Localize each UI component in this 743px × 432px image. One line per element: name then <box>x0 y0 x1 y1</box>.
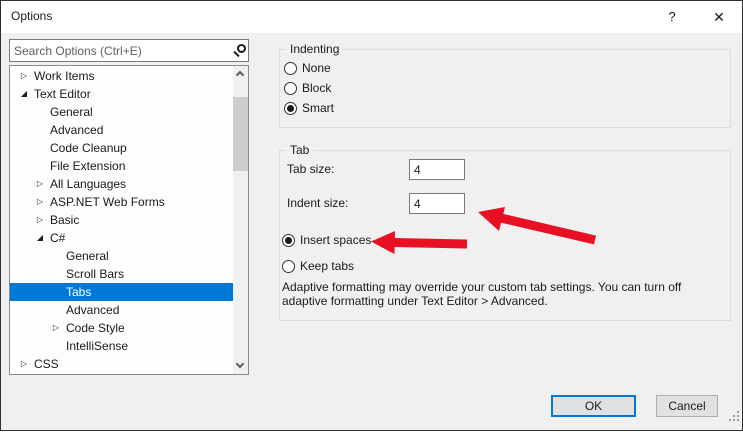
tree-item-file-extension[interactable]: File Extension <box>10 157 233 175</box>
tree-item-label: Advanced <box>48 123 103 137</box>
scroll-down-icon[interactable] <box>233 358 248 374</box>
radio-insert-spaces-icon <box>282 234 295 247</box>
close-button[interactable]: ✕ <box>701 5 737 29</box>
tree-item-intellisense[interactable]: IntelliSense <box>10 337 233 355</box>
tree-item-label: Tabs <box>64 285 91 299</box>
help-button[interactable]: ? <box>659 5 685 29</box>
tree-item-general[interactable]: General <box>10 247 233 265</box>
search-input[interactable] <box>10 40 228 61</box>
tree-item-code-cleanup[interactable]: Code Cleanup <box>10 139 233 157</box>
tree-item-advanced[interactable]: Advanced <box>10 121 233 139</box>
search-icon[interactable] <box>232 43 248 59</box>
search-box <box>9 39 249 62</box>
tree-item-label: All Languages <box>48 177 126 191</box>
cancel-button[interactable]: Cancel <box>656 395 718 417</box>
chevron-collapsed-icon[interactable]: ▷ <box>32 175 48 193</box>
adaptive-formatting-note-line2: adaptive formatting under Text Editor > … <box>282 294 548 308</box>
tree-item-label: Scroll Bars <box>64 267 124 281</box>
scroll-up-icon[interactable] <box>233 66 248 82</box>
chevron-collapsed-icon[interactable]: ▷ <box>32 211 48 229</box>
radio-none-label: None <box>302 61 331 75</box>
close-icon: ✕ <box>713 9 725 25</box>
tree-item-all-languages[interactable]: ▷All Languages <box>10 175 233 193</box>
tree-item-basic[interactable]: ▷Basic <box>10 211 233 229</box>
tree-item-asp-net-web-forms[interactable]: ▷ASP.NET Web Forms <box>10 193 233 211</box>
tree-rows: ▷Work Items◢Text EditorGeneralAdvancedCo… <box>10 67 233 373</box>
tree-item-label: Advanced <box>64 303 119 317</box>
tree-item-css[interactable]: ▷CSS <box>10 355 233 373</box>
indenting-group-title: Indenting <box>286 42 343 56</box>
dialog-title: Options <box>11 9 52 23</box>
tree-item-scroll-bars[interactable]: Scroll Bars <box>10 265 233 283</box>
chevron-collapsed-icon[interactable]: ▷ <box>48 319 64 337</box>
radio-insert-spaces-label: Insert spaces <box>300 233 371 247</box>
radio-smart-icon <box>284 102 297 115</box>
tree-item-text-editor[interactable]: ◢Text Editor <box>10 85 233 103</box>
tree-scrollbar[interactable] <box>233 66 248 374</box>
ok-button[interactable]: OK <box>551 395 636 417</box>
tree-item-label: IntelliSense <box>64 339 128 353</box>
tree-item-general[interactable]: General <box>10 103 233 121</box>
chevron-collapsed-icon[interactable]: ▷ <box>32 193 48 211</box>
tree-item-label: Code Style <box>64 321 125 335</box>
tree-item-advanced[interactable]: Advanced <box>10 301 233 319</box>
indent-size-label: Indent size: <box>287 196 348 210</box>
options-tree: ▷Work Items◢Text EditorGeneralAdvancedCo… <box>9 65 249 375</box>
tree-item-tabs[interactable]: Tabs <box>10 283 233 301</box>
radio-keep-tabs[interactable]: Keep tabs <box>282 259 354 273</box>
title-bar: Options ? ✕ <box>1 1 742 33</box>
chevron-collapsed-icon[interactable]: ▷ <box>16 67 32 85</box>
options-dialog: Options ? ✕ ▷Work Items◢Text EditorGener… <box>0 0 743 431</box>
tree-item-label: ASP.NET Web Forms <box>48 195 165 209</box>
tree-item-c[interactable]: ◢C# <box>10 229 233 247</box>
tree-item-label: General <box>64 249 109 263</box>
indent-size-field[interactable] <box>409 193 465 214</box>
tree-item-label: Code Cleanup <box>48 141 127 155</box>
tree-item-label: General <box>48 105 93 119</box>
scrollbar-thumb[interactable] <box>233 97 248 171</box>
chevron-collapsed-icon[interactable]: ▷ <box>16 355 32 373</box>
tree-item-label: File Extension <box>48 159 125 173</box>
radio-block[interactable]: Block <box>284 81 331 95</box>
tree-item-label: Text Editor <box>32 87 91 101</box>
tab-size-label: Tab size: <box>287 162 334 176</box>
tree-item-code-style[interactable]: ▷Code Style <box>10 319 233 337</box>
radio-none-icon <box>284 62 297 75</box>
tree-item-label: CSS <box>32 357 59 371</box>
tree-item-label: C# <box>48 231 65 245</box>
tab-group-title: Tab <box>286 143 313 157</box>
radio-keep-tabs-icon <box>282 260 295 273</box>
tab-size-field[interactable] <box>409 159 465 180</box>
radio-smart-label: Smart <box>302 101 334 115</box>
radio-block-icon <box>284 82 297 95</box>
tree-item-label: Work Items <box>32 69 94 83</box>
radio-insert-spaces[interactable]: Insert spaces <box>282 233 371 247</box>
radio-block-label: Block <box>302 81 331 95</box>
adaptive-formatting-note-line1: Adaptive formatting may override your cu… <box>282 280 681 294</box>
tree-item-label: Basic <box>48 213 79 227</box>
tree-item-work-items[interactable]: ▷Work Items <box>10 67 233 85</box>
chevron-expanded-icon[interactable]: ◢ <box>16 85 32 103</box>
radio-keep-tabs-label: Keep tabs <box>300 259 354 273</box>
chevron-expanded-icon[interactable]: ◢ <box>32 229 48 247</box>
radio-none[interactable]: None <box>284 61 331 75</box>
radio-smart[interactable]: Smart <box>284 101 334 115</box>
indenting-group: Indenting <box>279 49 731 128</box>
